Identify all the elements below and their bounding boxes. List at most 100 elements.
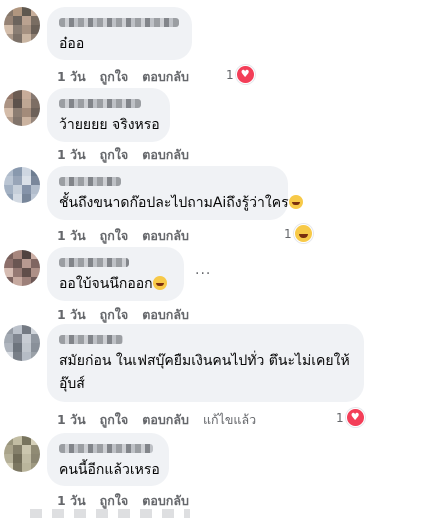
avatar-pixel	[4, 34, 13, 43]
avatar-pixel	[4, 25, 13, 34]
comment-actions: 1 วัน ถูกใจ ตอบกลับ	[57, 67, 189, 87]
avatar-pixel	[13, 445, 22, 454]
avatar-pixel	[13, 454, 22, 463]
avatar-pixel	[13, 194, 22, 203]
comment-time[interactable]: 1 วัน	[57, 410, 86, 430]
commenter-name[interactable]	[59, 258, 129, 267]
reaction-summary[interactable]: 1 ♥	[336, 408, 365, 427]
avatar-pixel	[22, 99, 31, 108]
comment-actions: 1 วัน ถูกใจ ตอบกลับ	[57, 145, 189, 165]
reply-button[interactable]: ตอบกลับ	[142, 67, 189, 87]
avatar-pixel	[31, 445, 40, 454]
comment-time[interactable]: 1 วัน	[57, 145, 86, 165]
avatar-pixel	[4, 16, 13, 25]
like-button[interactable]: ถูกใจ	[100, 410, 129, 430]
reply-button[interactable]: ตอบกลับ	[142, 305, 189, 325]
commenter-name[interactable]	[59, 18, 179, 27]
avatar-pixel	[31, 343, 40, 352]
avatar[interactable]	[4, 250, 40, 286]
comment-time[interactable]: 1 วัน	[57, 305, 86, 325]
avatar[interactable]	[4, 167, 40, 203]
like-button[interactable]: ถูกใจ	[100, 491, 129, 511]
avatar-pixel	[13, 167, 22, 176]
avatar-pixel	[4, 352, 13, 361]
avatar-pixel	[31, 268, 40, 277]
avatar-pixel	[4, 250, 13, 259]
laughing-face-icon	[293, 224, 313, 243]
comment-text: ออใบ้จนนึกออก	[59, 275, 172, 294]
avatar-pixel	[13, 352, 22, 361]
avatar-pixel	[4, 99, 13, 108]
comment-text: อ๋ออ	[59, 36, 85, 52]
reaction-summary[interactable]: 1 ♥	[226, 65, 255, 84]
commenter-name[interactable]	[59, 335, 123, 344]
reaction-count: 1	[226, 67, 234, 82]
avatar-pixel	[22, 185, 31, 194]
avatar-pixel	[31, 7, 40, 16]
avatar[interactable]	[4, 90, 40, 126]
avatar-pixel	[31, 16, 40, 25]
next-comment-partial	[30, 509, 190, 518]
reply-button[interactable]: ตอบกลับ	[142, 226, 189, 246]
avatar-pixel	[13, 463, 22, 472]
comment-bubble: คนนี้อีกแล้วเหรอ	[47, 433, 169, 486]
avatar-pixel	[22, 108, 31, 117]
avatar-pixel	[4, 7, 13, 16]
commenter-name[interactable]	[59, 99, 141, 108]
commenter-name[interactable]	[59, 177, 121, 186]
avatar-pixel	[13, 277, 22, 286]
avatar-pixel	[31, 277, 40, 286]
comment-bubble: ว้ายยยย จริงหรอ	[47, 88, 170, 142]
comment-time[interactable]: 1 วัน	[57, 226, 86, 246]
comment-bubble: สมัยก่อน ในเฟสบุ๊คยืมเงินคนไปทั่ว ตึนะไม…	[47, 324, 364, 402]
avatar-pixel	[31, 259, 40, 268]
reply-button[interactable]: ตอบกลับ	[142, 410, 189, 430]
avatar-pixel	[22, 167, 31, 176]
avatar-pixel	[4, 436, 13, 445]
comment-time[interactable]: 1 วัน	[57, 67, 86, 87]
comment-bubble: อ๋ออ	[47, 7, 192, 60]
comment-text: ว้ายยยย จริงหรอ	[59, 117, 160, 133]
avatar-pixel	[22, 7, 31, 16]
avatar-pixel	[22, 176, 31, 185]
avatar-pixel	[4, 343, 13, 352]
more-options-icon[interactable]: ···	[195, 266, 211, 282]
like-button[interactable]: ถูกใจ	[100, 305, 129, 325]
avatar-pixel	[13, 7, 22, 16]
comment-time[interactable]: 1 วัน	[57, 491, 86, 511]
comment-text-line1: สมัยก่อน ในเฟสบุ๊คยืมเงินคนไปทั่ว ตึนะไม…	[59, 353, 350, 369]
avatar-pixel	[22, 194, 31, 203]
avatar-pixel	[22, 90, 31, 99]
reply-button[interactable]: ตอบกลับ	[142, 145, 189, 165]
avatar[interactable]	[4, 325, 40, 361]
avatar-pixel	[22, 250, 31, 259]
avatar-pixel	[22, 343, 31, 352]
avatar-pixel	[31, 463, 40, 472]
avatar-pixel	[4, 259, 13, 268]
avatar-pixel	[13, 268, 22, 277]
avatar-pixel	[31, 194, 40, 203]
avatar-pixel	[31, 325, 40, 334]
like-button[interactable]: ถูกใจ	[100, 67, 129, 87]
comment-actions: 1 วัน ถูกใจ ตอบกลับ	[57, 226, 189, 246]
avatar-pixel	[4, 90, 13, 99]
edited-label[interactable]: แก้ไขแล้ว	[203, 410, 256, 430]
avatar-pixel	[31, 176, 40, 185]
comment-text: คนนี้อีกแล้วเหรอ	[59, 462, 160, 478]
avatar[interactable]	[4, 436, 40, 472]
avatar-pixel	[31, 25, 40, 34]
like-button[interactable]: ถูกใจ	[100, 226, 129, 246]
avatar-pixel	[31, 334, 40, 343]
avatar-pixel	[22, 463, 31, 472]
avatar[interactable]	[4, 7, 40, 43]
reaction-summary[interactable]: 1	[284, 224, 313, 243]
comment-bubble: ชั้นถึงขนาดก๊อปละไปถามAiถึงรู้ว่าใคร	[47, 166, 303, 220]
commenter-name[interactable]	[59, 444, 153, 453]
avatar-pixel	[4, 325, 13, 334]
avatar-pixel	[13, 325, 22, 334]
reply-button[interactable]: ตอบกลับ	[142, 491, 189, 511]
avatar-pixel	[4, 185, 13, 194]
like-button[interactable]: ถูกใจ	[100, 145, 129, 165]
heart-icon: ♥	[235, 65, 255, 84]
avatar-pixel	[13, 90, 22, 99]
